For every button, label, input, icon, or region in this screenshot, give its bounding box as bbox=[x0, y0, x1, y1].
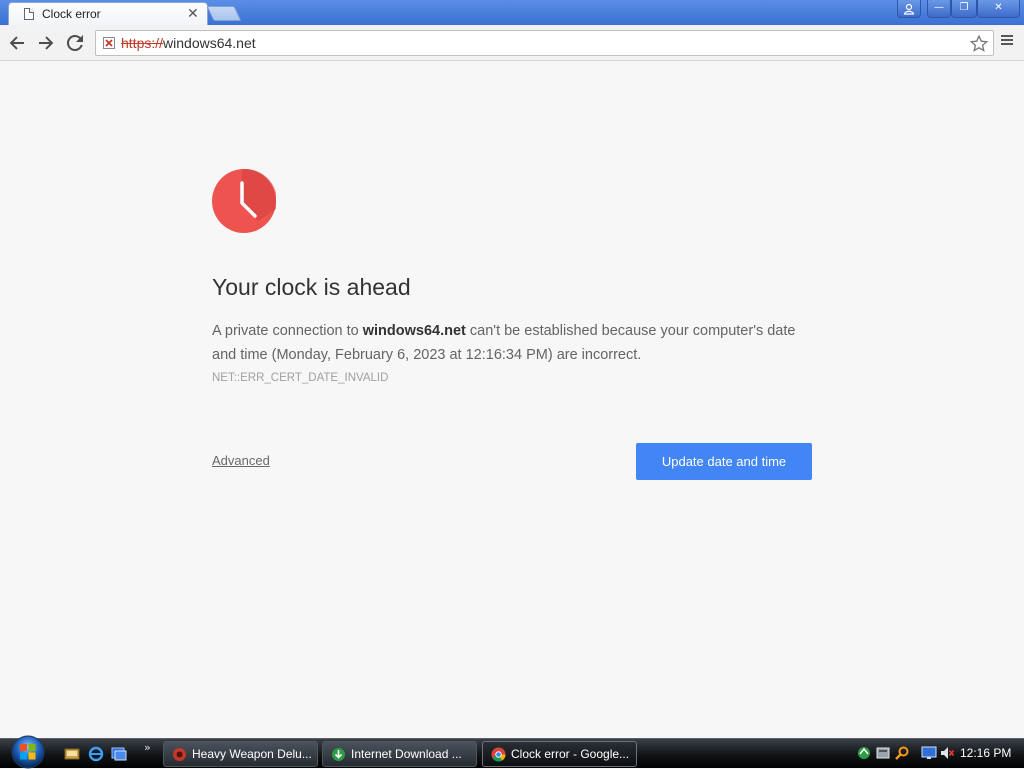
taskbar-clock[interactable]: 12:16 PM bbox=[960, 746, 1011, 760]
minimize-button[interactable]: — bbox=[927, 0, 951, 18]
url-scheme: https:// bbox=[121, 35, 164, 51]
menu-icon[interactable] bbox=[998, 33, 1016, 53]
heavy-weapon-icon bbox=[173, 748, 186, 761]
monitor-tray-icon[interactable] bbox=[921, 745, 937, 761]
taskbar-item-heavy-weapon[interactable]: Heavy Weapon Delu... bbox=[163, 741, 318, 767]
clock-icon bbox=[212, 169, 276, 233]
url-host: windows64.net bbox=[163, 35, 256, 51]
internet-download-manager-icon bbox=[332, 748, 345, 761]
insecure-lock-icon[interactable] bbox=[102, 36, 116, 50]
page-heading: Your clock is ahead bbox=[212, 274, 411, 300]
browser-toolbar: https://windows64.net bbox=[0, 25, 1024, 61]
interstitial-page: Your clock is ahead A private connection… bbox=[0, 62, 1024, 736]
taskbar-item-label: Clock error - Google... bbox=[511, 747, 630, 761]
page-icon bbox=[24, 8, 34, 20]
taskbar-item-label: Internet Download ... bbox=[351, 747, 462, 761]
forward-button[interactable] bbox=[34, 31, 58, 55]
tab-clock-error[interactable]: Clock error ✕ bbox=[8, 2, 208, 25]
star-icon[interactable] bbox=[969, 34, 989, 54]
windows-start-icon[interactable] bbox=[8, 733, 48, 769]
tab-title: Clock error bbox=[42, 7, 101, 21]
chrome-icon bbox=[491, 747, 506, 762]
title-bar: Clock error ✕ — ❐ ✕ bbox=[0, 0, 1024, 25]
reload-icon bbox=[66, 34, 83, 51]
volume-muted-icon[interactable] bbox=[939, 745, 955, 761]
show-desktop-icon[interactable] bbox=[64, 746, 80, 762]
taskbar-item-internet-download[interactable]: Internet Download ... bbox=[322, 741, 477, 767]
tab-close-button[interactable]: ✕ bbox=[187, 5, 199, 22]
error-description: A private connection to windows64.net ca… bbox=[212, 319, 812, 367]
error-code: NET::ERR_CERT_DATE_INVALID bbox=[212, 372, 389, 384]
system-tray: 12:16 PM bbox=[850, 739, 1024, 769]
quick-launch-more-button[interactable]: » bbox=[144, 741, 151, 754]
back-icon bbox=[9, 36, 24, 50]
taskbar: » Heavy Weapon Delu... Internet Download… bbox=[0, 735, 1024, 769]
taskbar-item-chrome[interactable]: Clock error - Google... bbox=[482, 741, 637, 767]
back-button[interactable] bbox=[5, 31, 29, 55]
switch-windows-icon[interactable] bbox=[111, 746, 127, 762]
profile-button[interactable] bbox=[897, 0, 921, 18]
taskbar-item-label: Heavy Weapon Delu... bbox=[192, 747, 312, 761]
close-window-button[interactable]: ✕ bbox=[977, 0, 1020, 18]
desc-host: windows64.net bbox=[362, 323, 466, 339]
user-icon bbox=[903, 3, 915, 15]
search-tray-icon[interactable] bbox=[894, 745, 910, 761]
address-bar[interactable]: https://windows64.net bbox=[95, 30, 994, 56]
maximize-button[interactable]: ❐ bbox=[951, 0, 977, 18]
forward-icon bbox=[39, 36, 54, 50]
url-text: https://windows64.net bbox=[121, 35, 256, 51]
reload-button[interactable] bbox=[63, 31, 87, 55]
advanced-link[interactable]: Advanced bbox=[212, 453, 270, 468]
device-tray-icon[interactable] bbox=[875, 745, 891, 761]
network-tray-icon[interactable] bbox=[856, 745, 872, 761]
desc-text-before: A private connection to bbox=[212, 323, 363, 339]
update-date-time-button[interactable]: Update date and time bbox=[636, 443, 812, 480]
internet-explorer-icon[interactable] bbox=[88, 746, 104, 762]
new-tab-button[interactable] bbox=[206, 6, 242, 21]
